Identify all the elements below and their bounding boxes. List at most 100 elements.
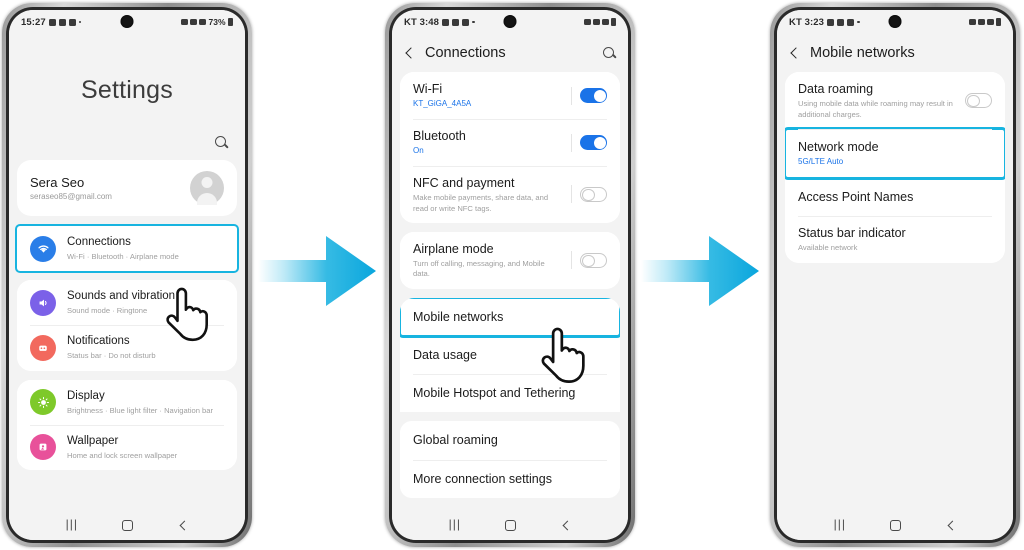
back-icon[interactable]	[946, 520, 956, 530]
status-right-cluster: 73%	[181, 17, 233, 27]
mobile-networks-item-data-roaming[interactable]: Data roaming Using mobile data while roa…	[785, 72, 1005, 129]
chat-icon	[847, 18, 855, 26]
phone-2-bezel: KT 3:48 Connections Wi-Fi KT_GiGA_4A5A B…	[389, 7, 631, 543]
settings-item-connections[interactable]: Connections Wi-Fi · Bluetooth · Airplane…	[15, 223, 239, 274]
video-icon	[462, 18, 470, 26]
list-item-sublabel: Sound mode · Ringtone	[67, 306, 148, 316]
phone-1-status-bar: 15:27 73%	[9, 10, 245, 34]
list-item-label: Sounds and vibration	[67, 290, 176, 303]
search-icon[interactable]	[602, 46, 617, 61]
list-item-text: Status bar indicator Available network	[798, 225, 992, 254]
connections-item-bluetooth[interactable]: Bluetooth On	[400, 119, 620, 167]
nfc-toggle[interactable]	[580, 186, 607, 202]
divider	[571, 133, 572, 152]
step-arrow-1	[258, 232, 378, 310]
settings-item-sounds-and-vibration[interactable]: Sounds and vibration Sound mode · Ringto…	[17, 280, 237, 326]
mobile-networks-item-network-mode[interactable]: Network mode 5G/LTE Auto	[785, 126, 1005, 180]
search-row	[9, 135, 245, 160]
page-title: Mobile networks	[810, 45, 915, 61]
bluetooth-toggle[interactable]	[580, 135, 607, 151]
list-item-text: Bluetooth On	[413, 128, 560, 157]
list-item-text: Notifications Status bar · Do not distur…	[67, 334, 224, 361]
connections-item-global-roaming[interactable]: Global roaming	[400, 421, 620, 460]
connections-item-airplane-mode[interactable]: Airplane mode Turn off calling, messagin…	[400, 231, 620, 289]
list-item-text: Global roaming	[413, 432, 607, 448]
status-right-cluster	[584, 18, 616, 26]
list-item-sublabel: Brightness · Blue light filter · Navigat…	[67, 405, 214, 415]
search-icon[interactable]	[214, 135, 229, 150]
list-item-text: Mobile Hotspot and Tethering	[413, 385, 607, 401]
list-item-label: Access Point Names	[798, 189, 914, 204]
battery-icon	[996, 18, 1001, 26]
list-item-text: Data usage	[413, 347, 607, 363]
phone-2-connections: KT 3:48 Connections Wi-Fi KT_GiGA_4A5A B…	[385, 3, 635, 547]
settings-item-wallpaper[interactable]: Wallpaper Home and lock screen wallpaper	[17, 424, 237, 470]
connections-item-hotspot-tethering[interactable]: Mobile Hotspot and Tethering	[400, 374, 620, 413]
phone-2-nav-bar	[392, 510, 628, 540]
profile-name: Sera Seo	[30, 175, 85, 190]
airplane-mode-toggle[interactable]	[580, 252, 607, 268]
back-icon[interactable]	[561, 520, 571, 530]
list-item-sublabel: On	[413, 146, 424, 156]
settings-item-display[interactable]: Display Brightness · Blue light filter ·…	[17, 379, 237, 425]
phone-1-screen: 15:27 73% Settings Sera Seo seraseo85@gm…	[9, 10, 245, 540]
list-item-label: Mobile networks	[413, 309, 504, 324]
settings-group-display-wallpaper: Display Brightness · Blue light filter ·…	[17, 379, 237, 470]
gallery-icon	[827, 18, 835, 26]
wifi-toggle[interactable]	[580, 88, 607, 104]
bluetooth-toggle-wrap	[571, 133, 607, 152]
status-left-cluster: KT 3:48	[404, 17, 475, 28]
phone-3-bezel: KT 3:23 Mobile networks Data roaming Usi…	[774, 7, 1016, 543]
message-icon	[68, 18, 76, 26]
recents-icon[interactable]	[66, 517, 78, 531]
more-dot-icon	[857, 20, 860, 24]
connections-item-data-usage[interactable]: Data usage	[400, 335, 620, 375]
signal-icon	[602, 18, 609, 26]
connections-item-mobile-networks[interactable]: Mobile networks	[400, 297, 620, 338]
gallery-icon	[58, 18, 66, 26]
list-item-sublabel: Make mobile payments, share data, and re…	[413, 193, 549, 213]
list-item-text: Data roaming Using mobile data while roa…	[798, 81, 954, 120]
phone-1-content: Sera Seo seraseo85@gmail.com Connections…	[9, 160, 245, 510]
back-icon[interactable]	[178, 520, 188, 530]
back-icon[interactable]	[788, 47, 801, 60]
chat-icon	[452, 18, 460, 26]
connections-group-2: Airplane mode Turn off calling, messagin…	[400, 231, 620, 289]
settings-item-notifications[interactable]: Notifications Status bar · Do not distur…	[17, 325, 237, 371]
list-item-text: Access Point Names	[798, 189, 992, 205]
list-item-text: Sounds and vibration Sound mode · Ringto…	[67, 289, 224, 316]
profile-card[interactable]: Sera Seo seraseo85@gmail.com	[17, 160, 237, 216]
list-item-label: Data usage	[413, 347, 477, 362]
list-item-text: Wi-Fi KT_GiGA_4A5A	[413, 81, 560, 110]
battery-saver-icon	[442, 18, 450, 26]
home-icon[interactable]	[504, 519, 516, 531]
battery-percent: 73%	[208, 17, 226, 27]
mobile-networks-item-status-bar-indicator[interactable]: Status bar indicator Available network	[785, 216, 1005, 263]
more-dot-icon	[472, 20, 475, 24]
phone-3-nav-bar	[777, 510, 1013, 540]
nfc-toggle-wrap	[571, 185, 607, 204]
airplane-toggle-wrap	[571, 251, 607, 270]
list-item[interactable]: Connections Wi-Fi · Bluetooth · Airplane…	[17, 226, 237, 272]
mobile-networks-item-apn[interactable]: Access Point Names	[785, 177, 1005, 217]
status-left-cluster: 15:27	[21, 17, 82, 28]
connections-item-more-settings[interactable]: More connection settings	[400, 459, 620, 498]
data-roaming-toggle[interactable]	[965, 92, 992, 108]
battery-icon	[228, 18, 233, 26]
connections-item-wifi[interactable]: Wi-Fi KT_GiGA_4A5A	[400, 72, 620, 120]
status-time: KT 3:48	[404, 16, 440, 28]
list-item-label: Global roaming	[413, 433, 498, 448]
connections-item-nfc[interactable]: NFC and payment Make mobile payments, sh…	[400, 166, 620, 223]
phone-2-header: Connections	[392, 34, 628, 72]
avatar[interactable]	[190, 171, 224, 205]
list-item-text: Airplane mode Turn off calling, messagin…	[413, 241, 560, 280]
front-camera-punchhole	[888, 15, 902, 28]
back-icon[interactable]	[403, 47, 416, 60]
step-arrow-2	[641, 232, 761, 310]
home-icon[interactable]	[121, 519, 133, 531]
recents-icon[interactable]	[834, 517, 846, 531]
settings-group-sounds-notifications: Sounds and vibration Sound mode · Ringto…	[17, 280, 237, 371]
recents-icon[interactable]	[449, 517, 461, 531]
list-item-sublabel: KT_GiGA_4A5A	[413, 99, 472, 109]
home-icon[interactable]	[889, 519, 901, 531]
